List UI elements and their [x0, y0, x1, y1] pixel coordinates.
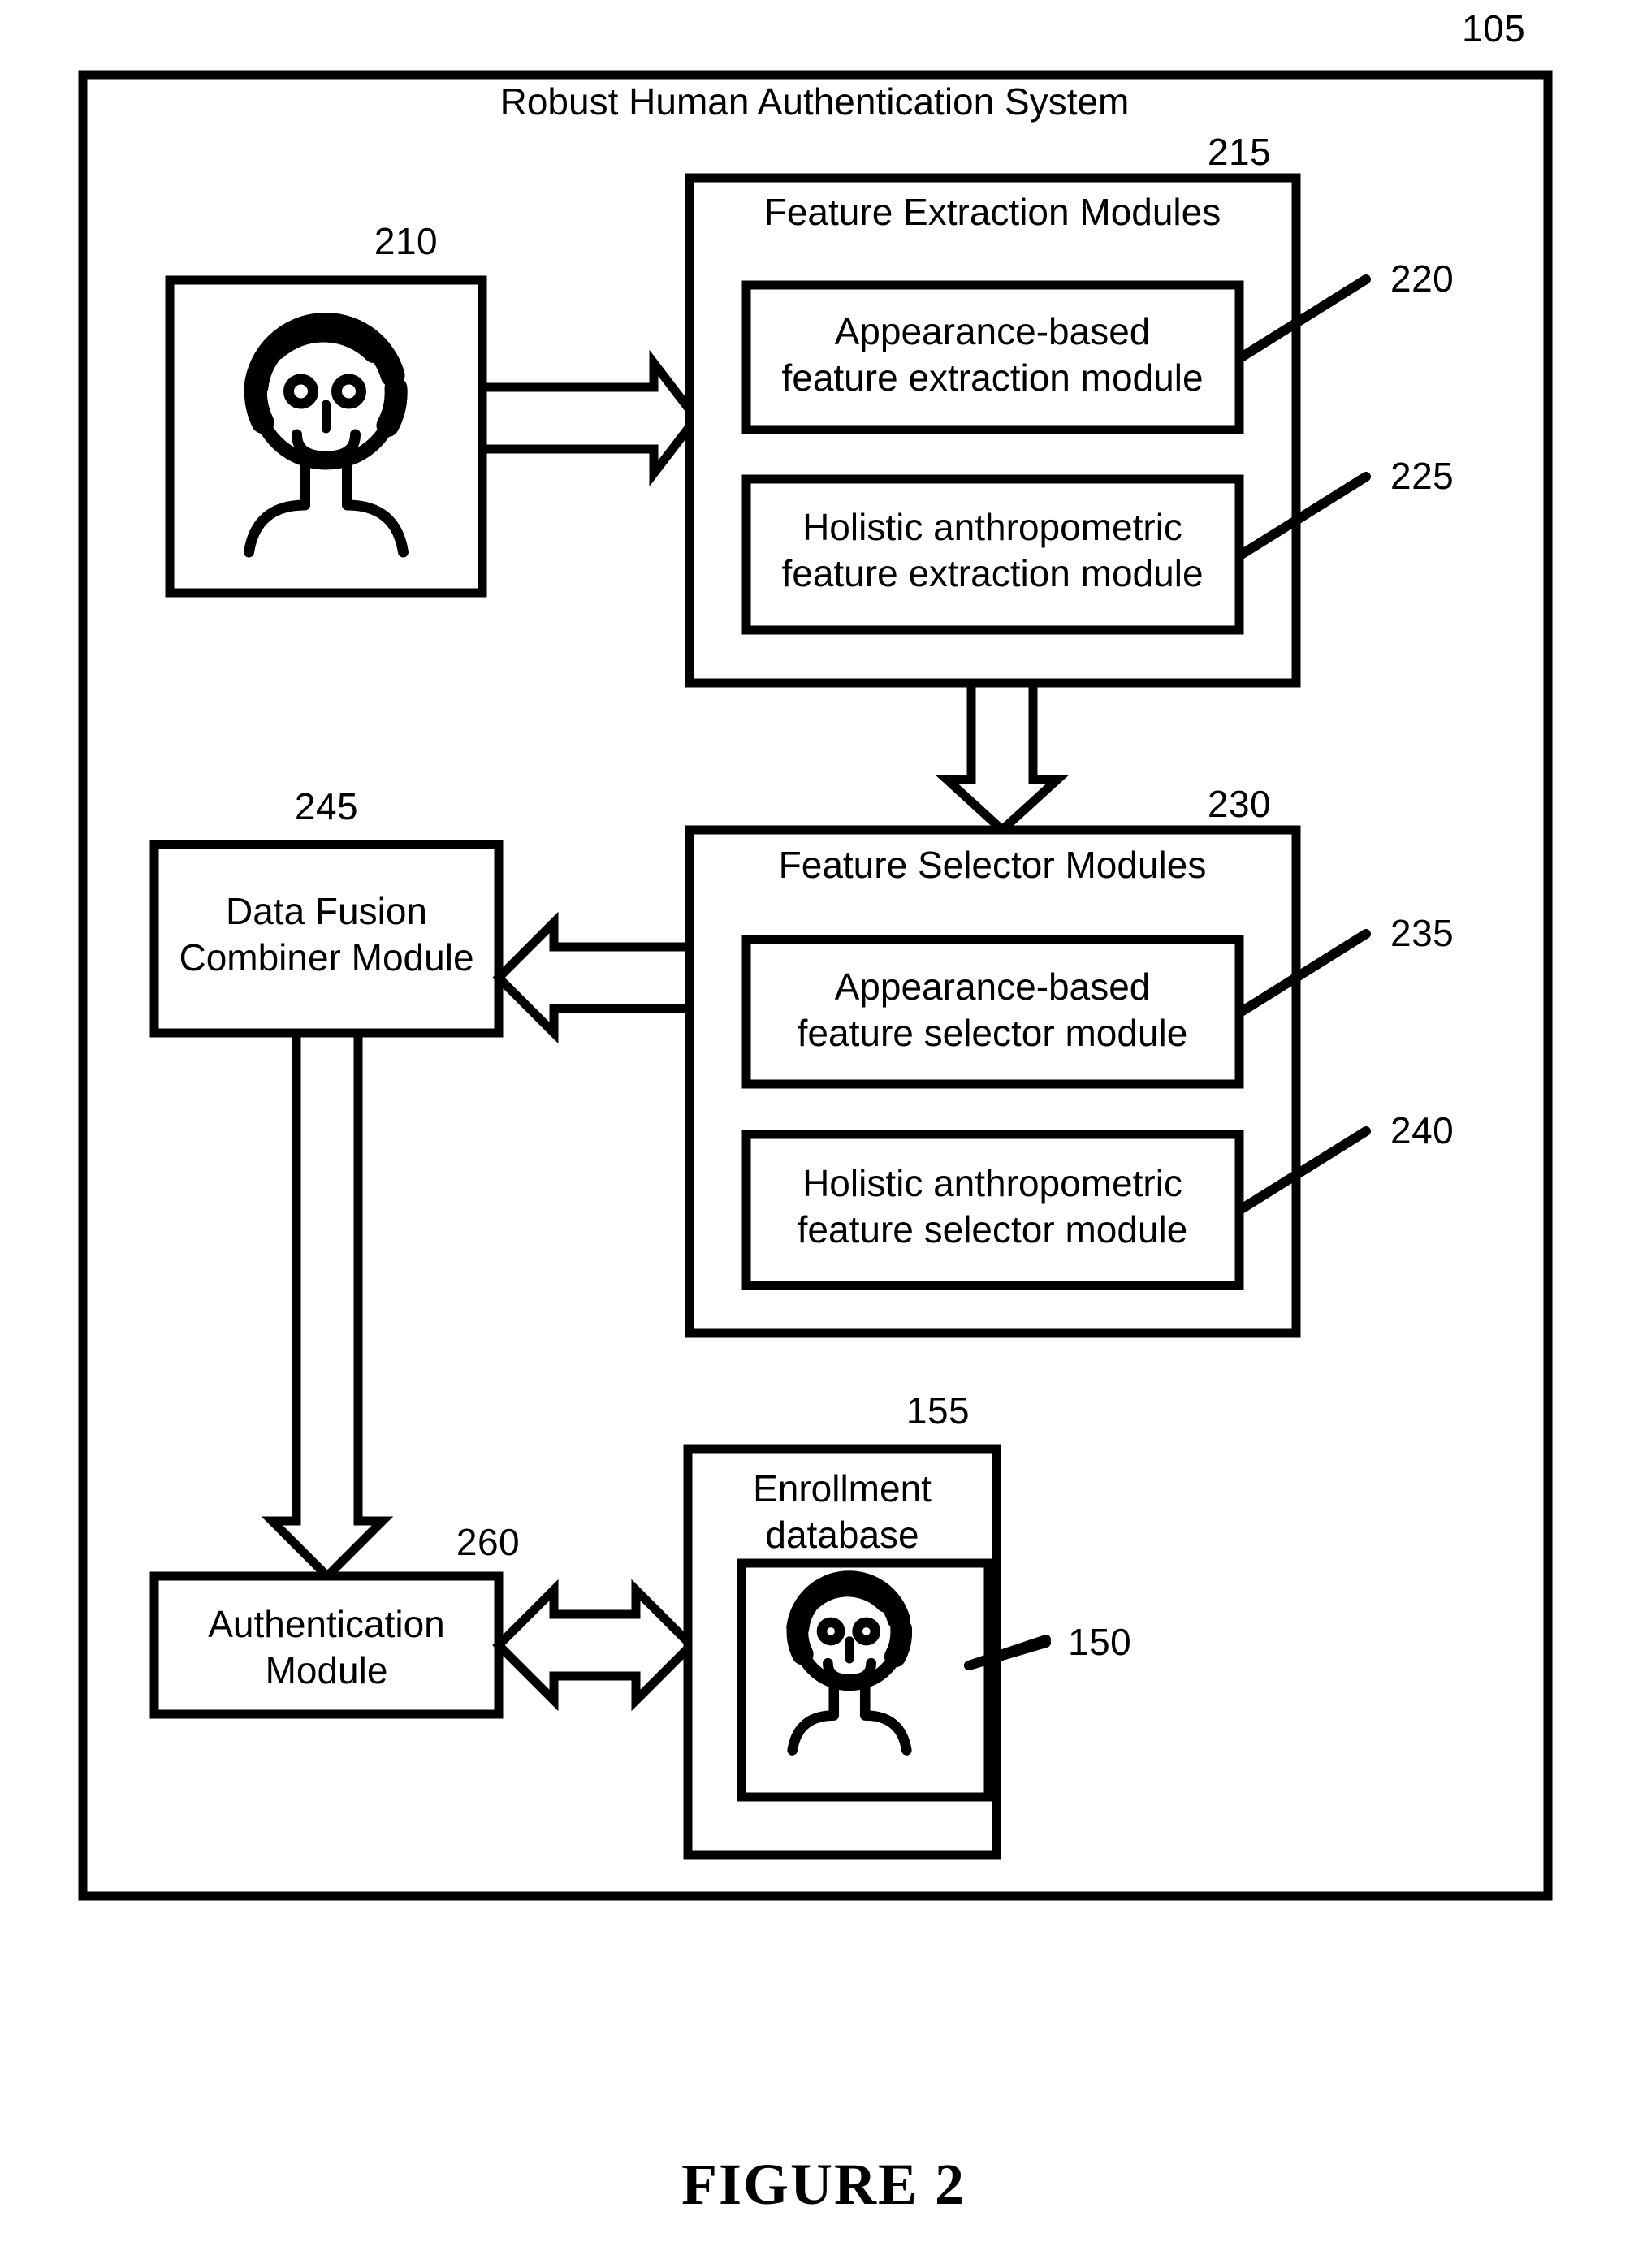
authentication-module-label-line1: Authentication [208, 1603, 445, 1645]
ref-235: 235 [1390, 912, 1455, 954]
enrollment-database-label-line1: Enrollment [753, 1467, 932, 1510]
ref-240: 240 [1390, 1109, 1455, 1151]
enrollment-database-label-line2: database [765, 1514, 919, 1556]
appearance-selector-label-line2: feature selector module [797, 1012, 1188, 1054]
ref-105: 105 [1462, 7, 1526, 50]
authentication-module-label-line2: Module [265, 1649, 388, 1691]
ref-220: 220 [1390, 257, 1455, 300]
ref-210: 210 [374, 220, 439, 262]
ref-155: 155 [906, 1389, 970, 1432]
holistic-selector-label-line1: Holistic anthropometric [802, 1162, 1182, 1204]
ref-215: 215 [1207, 131, 1272, 173]
ref-260: 260 [456, 1521, 521, 1563]
holistic-selector-label-line2: feature selector module [797, 1208, 1188, 1251]
ref-150: 150 [1068, 1621, 1132, 1663]
appearance-extraction-label-line1: Appearance-based [834, 310, 1151, 352]
ref-245: 245 [294, 785, 359, 827]
data-fusion-label-line2: Combiner Module [179, 936, 474, 978]
data-fusion-label-line1: Data Fusion [225, 890, 427, 932]
feature-extraction-title: Feature Extraction Modules [763, 191, 1221, 233]
holistic-extraction-label-line2: feature extraction module [781, 552, 1204, 594]
system-title: Robust Human Authentication System [499, 80, 1130, 123]
ref-230: 230 [1207, 783, 1272, 825]
figure-page: 105 Robust Human Authentication System 2… [0, 0, 1647, 2268]
holistic-extraction-label-line1: Holistic anthropometric [802, 506, 1182, 548]
feature-selector-title: Feature Selector Modules [778, 844, 1207, 886]
appearance-selector-label-line1: Appearance-based [834, 966, 1151, 1008]
appearance-extraction-label-line2: feature extraction module [781, 356, 1204, 399]
figure-caption: FIGURE 2 [681, 2152, 966, 2217]
ref-225: 225 [1390, 455, 1455, 497]
